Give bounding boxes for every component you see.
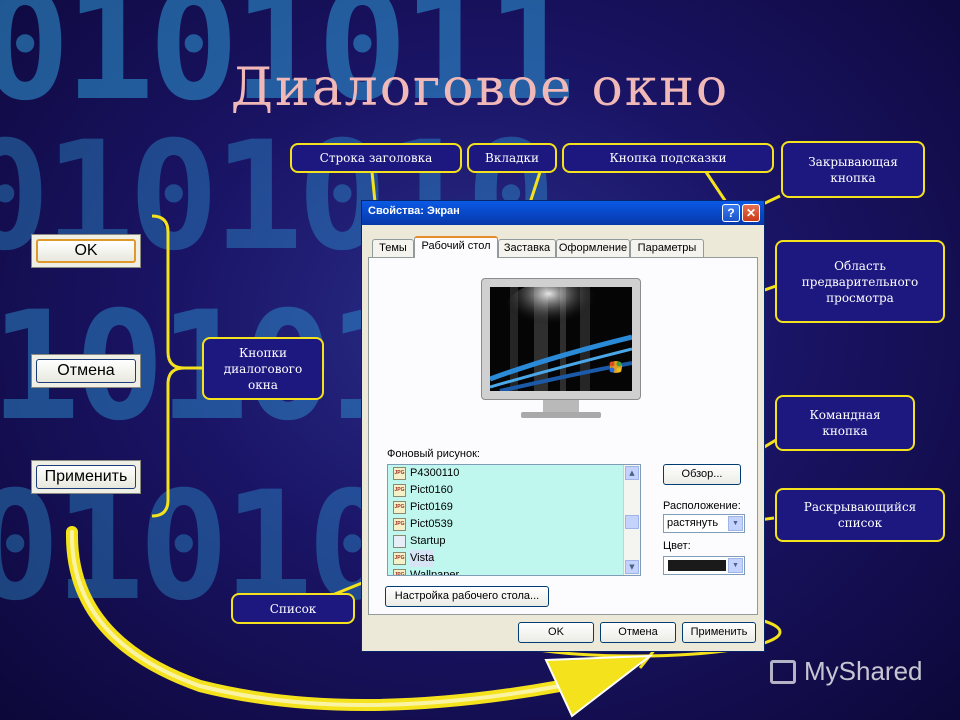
enlarged-ok-label: OK (36, 239, 136, 263)
scroll-up-icon[interactable]: ▲ (625, 466, 639, 480)
position-dropdown[interactable]: растянуть ▼ (663, 514, 745, 533)
jpg-icon: JPG (393, 552, 406, 565)
dialog-title: Свойства: Экран (368, 205, 460, 217)
callout-preview-area: Область предварительного просмотра (775, 240, 945, 323)
list-item[interactable]: JPG Pict0160 (393, 482, 453, 499)
presentation-icon (770, 659, 796, 684)
color-picker[interactable]: ▼ (663, 556, 745, 575)
callout-help-button: Кнопка подсказки (562, 143, 774, 173)
background-label: Фоновый рисунок: (387, 448, 480, 460)
ok-button[interactable]: OK (518, 622, 594, 643)
position-label: Расположение: (663, 500, 741, 512)
customize-desktop-button[interactable]: Настройка рабочего стола... (385, 586, 549, 607)
preview-screen (490, 287, 632, 391)
help-button[interactable]: ? (722, 204, 740, 222)
enlarged-apply-button: Применить (31, 460, 141, 494)
callout-tabs: Вкладки (467, 143, 557, 173)
callout-title-bar: Строка заголовка (290, 143, 462, 173)
callout-command-button: Командная кнопка (775, 395, 915, 451)
apply-button[interactable]: Применить (682, 622, 756, 643)
callout-close-button: Закрывающая кнопка (781, 141, 925, 198)
color-label: Цвет: (663, 540, 691, 552)
monitor-base (521, 412, 601, 418)
list-item[interactable]: JPG Wallpaper (393, 567, 459, 575)
tab-panel-desktop: Фоновый рисунок: JPG P4300110 JPG Pict0160… (368, 257, 758, 615)
jpg-icon: JPG (393, 484, 406, 497)
callout-dialog-buttons: Кнопки диалогового окна (202, 337, 324, 400)
enlarged-ok-button: OK (31, 234, 141, 268)
position-value: растянуть (667, 517, 719, 529)
cancel-button[interactable]: Отмена (600, 622, 676, 643)
jpg-icon: JPG (393, 569, 406, 575)
dialog-title-bar[interactable]: Свойства: Экран ? ✕ (362, 201, 764, 225)
preview-monitor (481, 278, 641, 400)
display-properties-dialog: Свойства: Экран ? ✕ Темы Рабочий стол За… (361, 200, 765, 652)
wallpaper-list[interactable]: JPG P4300110 JPG Pict0160 JPG Pict0169 JPG P… (387, 464, 641, 576)
list-item[interactable]: JPG Pict0169 (393, 499, 453, 516)
tab-desktop[interactable]: Рабочий стол (414, 236, 498, 258)
tab-appearance[interactable]: Оформление (556, 239, 630, 257)
preview-wallpaper-image (490, 287, 632, 391)
tab-screensaver[interactable]: Заставка (498, 239, 556, 257)
list-item[interactable]: JPG Pict0539 (393, 516, 453, 533)
file-icon (393, 535, 406, 548)
jpg-icon: JPG (393, 501, 406, 514)
close-button[interactable]: ✕ (742, 204, 760, 222)
list-item[interactable]: Startup (393, 533, 445, 550)
tab-themes[interactable]: Темы (372, 239, 414, 257)
color-swatch (668, 560, 726, 571)
chevron-down-icon[interactable]: ▼ (728, 558, 743, 573)
scroll-thumb[interactable] (625, 515, 639, 529)
enlarged-apply-label: Применить (36, 465, 136, 489)
jpg-icon: JPG (393, 467, 406, 480)
enlarged-cancel-button: Отмена (31, 354, 141, 388)
list-item-selected[interactable]: JPG Vista (393, 550, 435, 567)
list-item[interactable]: JPG P4300110 (393, 465, 459, 482)
jpg-icon: JPG (393, 518, 406, 531)
list-scrollbar[interactable]: ▲ ▼ (623, 465, 640, 575)
myshared-logo: MyShared (770, 656, 923, 687)
scroll-down-icon[interactable]: ▼ (625, 560, 639, 574)
browse-button[interactable]: Обзор... (663, 464, 741, 485)
monitor-stand (543, 400, 579, 412)
chevron-down-icon[interactable]: ▼ (728, 516, 743, 531)
logo-text: MyShared (804, 656, 923, 686)
tab-settings[interactable]: Параметры (630, 239, 704, 257)
enlarged-cancel-label: Отмена (36, 359, 136, 383)
callout-dropdown-list: Раскрывающийся список (775, 488, 945, 542)
callout-list: Список (231, 593, 355, 624)
